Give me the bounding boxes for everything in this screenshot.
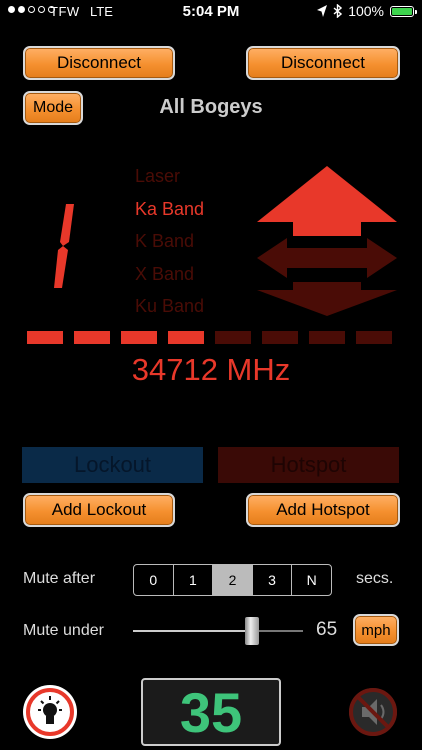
location-arrow-icon bbox=[317, 5, 328, 17]
slider-thumb[interactable] bbox=[245, 617, 260, 645]
rear-arrow-icon bbox=[257, 282, 397, 316]
mute-after-option[interactable]: 2 bbox=[213, 565, 253, 595]
frequency-readout: 34712 MHz bbox=[131, 352, 291, 387]
mute-under-label: Mute under bbox=[23, 622, 104, 639]
bogey-counter-digit bbox=[54, 204, 74, 288]
strength-bar bbox=[121, 331, 157, 344]
speaker-muted-icon bbox=[349, 688, 397, 736]
status-right: 100% bbox=[317, 3, 417, 19]
mute-under-value: 65 bbox=[316, 619, 338, 640]
battery-fill bbox=[392, 7, 412, 15]
mute-after-option[interactable]: N bbox=[292, 565, 331, 595]
band-laser: Laser bbox=[135, 166, 181, 186]
mute-after-unit: secs. bbox=[356, 570, 394, 587]
strength-bar bbox=[356, 331, 392, 344]
mute-after-option[interactable]: 1 bbox=[174, 565, 214, 595]
band-x: X Band bbox=[135, 264, 195, 284]
band-k: K Band bbox=[135, 231, 195, 251]
battery-percent: 100% bbox=[348, 3, 384, 19]
mute-after-label: Mute after bbox=[23, 570, 96, 587]
add-lockout-button[interactable]: Add Lockout bbox=[23, 493, 175, 527]
band-ka: Ka Band bbox=[135, 199, 205, 219]
bluetooth-icon bbox=[333, 4, 343, 18]
side-arrow-icon bbox=[257, 238, 397, 278]
mode-value: All Bogeys bbox=[159, 96, 263, 118]
band-ku: Ku Band bbox=[135, 296, 205, 316]
mute-toggle-button[interactable] bbox=[346, 685, 400, 739]
speed-display: 35 bbox=[141, 678, 281, 746]
strength-bar bbox=[168, 331, 204, 344]
mute-after-option[interactable]: 3 bbox=[253, 565, 293, 595]
unit-button[interactable]: mph bbox=[353, 614, 399, 646]
strength-bar bbox=[262, 331, 298, 344]
strength-bar bbox=[74, 331, 110, 344]
add-hotspot-button[interactable]: Add Hotspot bbox=[246, 493, 400, 527]
direction-arrows bbox=[257, 166, 397, 316]
disconnect-button-right[interactable]: Disconnect bbox=[246, 46, 400, 80]
battery-icon bbox=[390, 5, 417, 17]
lockout-indicator: Lockout bbox=[22, 447, 203, 483]
lightbulb-icon bbox=[26, 688, 74, 736]
status-bar: TFW LTE 5:04 PM 100% bbox=[0, 0, 422, 24]
disconnect-button-left[interactable]: Disconnect bbox=[23, 46, 175, 80]
mute-after-option[interactable]: 0 bbox=[134, 565, 174, 595]
strength-bar bbox=[215, 331, 251, 344]
strength-bar bbox=[27, 331, 63, 344]
light-toggle-button[interactable] bbox=[23, 685, 77, 739]
hotspot-indicator: Hotspot bbox=[218, 447, 399, 483]
mute-under-slider[interactable] bbox=[133, 614, 303, 648]
front-arrow-icon bbox=[257, 166, 397, 236]
slider-fill bbox=[133, 630, 253, 632]
mute-after-selector[interactable]: 0 1 2 3 N bbox=[133, 564, 332, 596]
strength-bar bbox=[309, 331, 345, 344]
